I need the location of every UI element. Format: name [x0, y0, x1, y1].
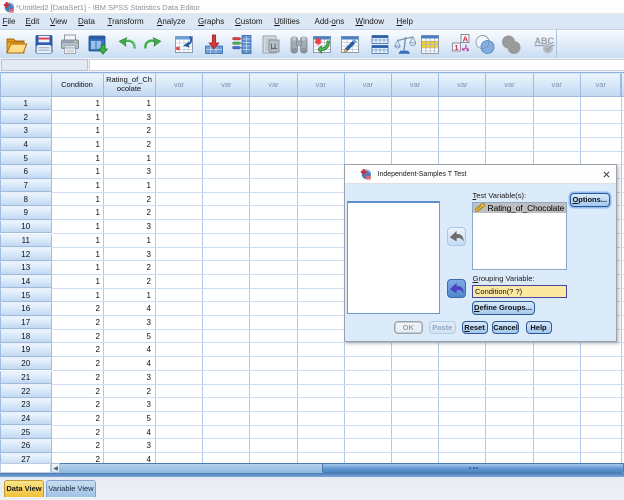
svg-text:A: A	[462, 34, 468, 43]
svg-text:ABC: ABC	[535, 36, 555, 46]
svg-text:1: 1	[454, 42, 458, 51]
